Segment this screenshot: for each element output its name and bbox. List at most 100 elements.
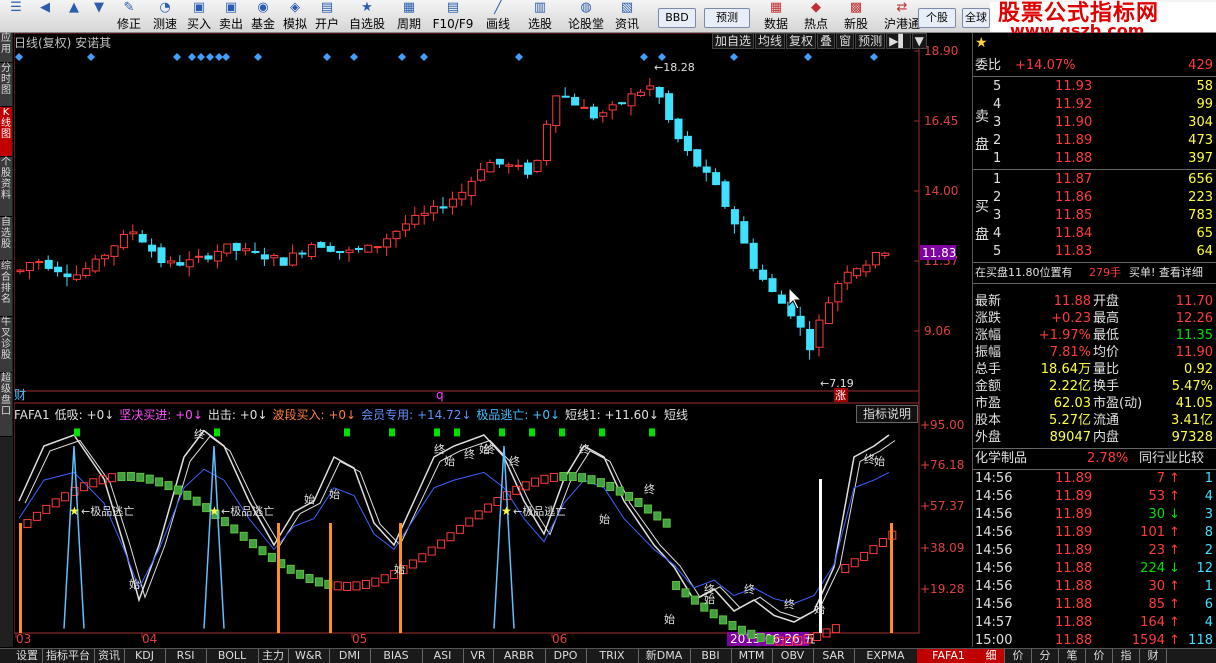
indicator-block (258, 546, 267, 556)
toolbar-down-arrow-button[interactable]: ▼ (88, 0, 110, 32)
individual-stock-button[interactable]: 个股 (918, 8, 956, 28)
left-tab-5[interactable]: 综合排名 (0, 261, 12, 317)
toolbar-forum-button[interactable]: ◍ 论股堂 (564, 0, 608, 32)
indicator-tab[interactable]: DMI (329, 649, 371, 663)
chart-btn-5[interactable]: 预测 (855, 33, 886, 49)
indicator-tab[interactable]: 指标平台 (42, 649, 95, 663)
toolbar-buy-button[interactable]: ▣ 买入 (184, 0, 214, 32)
quote-label: 内盘 (1093, 430, 1120, 445)
candle-body (693, 149, 702, 167)
indicator-tab[interactable]: SAR (813, 649, 855, 663)
indicator-tab[interactable]: BOLL (206, 649, 259, 663)
indicator-tab[interactable]: EXPMA (854, 649, 918, 663)
toolbar-list-button[interactable]: ☰ (4, 0, 28, 32)
toolbar-draw-line-button[interactable]: ╱ 画线 (480, 0, 516, 32)
indicator-tab[interactable]: 主力 (258, 649, 289, 663)
left-tab-1[interactable]: 分时图 (0, 63, 12, 107)
quote-tab[interactable]: 财 (1140, 649, 1167, 663)
toolbar-simulate-button[interactable]: ◈ 模拟 (280, 0, 310, 32)
up-arrow-icon: ▲ (69, 0, 79, 15)
quote-tab[interactable]: 指 (1113, 649, 1140, 663)
quote-tab[interactable]: 分 (1032, 649, 1059, 663)
quote-tab[interactable]: 价 (1005, 649, 1032, 663)
indicator-tab[interactable]: 设置 (12, 649, 43, 663)
toolbar-hot-button[interactable]: ◆ 热点 (800, 0, 832, 32)
toolbar-sell-button[interactable]: ▣ 卖出 (216, 0, 246, 32)
indicator-tab[interactable]: ARBR (493, 649, 546, 663)
buy-price[interactable]: 11.84 (1055, 225, 1092, 243)
collapse-icon[interactable]: ▶▌ (886, 33, 911, 49)
quote-tab[interactable]: 价 (1086, 649, 1113, 663)
chart-btn-2[interactable]: 复权 (786, 33, 817, 49)
toolbar-account-button[interactable]: ▤ 开户 (312, 0, 342, 32)
toolbar-fund-button[interactable]: ◉ 基金 (248, 0, 278, 32)
toolbar-data-button[interactable]: ▦ 数据 (760, 0, 792, 32)
indicator-tab[interactable]: DPO (545, 649, 587, 663)
indicator-tab[interactable]: RSI (165, 649, 207, 663)
toolbar-up-arrow-button[interactable]: ▲ (62, 0, 86, 32)
candle-body (806, 328, 815, 351)
candle-body (712, 172, 721, 186)
sell-price[interactable]: 11.93 (1055, 78, 1092, 96)
indicator-explain-button[interactable]: 指标说明 (856, 405, 918, 423)
chart-btn-0[interactable]: 加自选 (712, 33, 755, 49)
indicator-tab[interactable]: TRIX (586, 649, 639, 663)
indicator-block (766, 635, 775, 645)
bbd-button[interactable]: BBD (658, 8, 696, 28)
indicator-tab[interactable]: W&R (288, 649, 330, 663)
toolbar-wrench-button[interactable]: ✎ 修正 (112, 0, 146, 32)
left-tab-2[interactable]: K线图 (0, 107, 12, 157)
indicator-tab[interactable]: 资讯 (94, 649, 125, 663)
indicator-tab[interactable]: BBI (690, 649, 732, 663)
toolbar-watchlist-button[interactable]: ★ 自选股 (344, 0, 390, 32)
buy-price[interactable]: 11.86 (1055, 189, 1092, 207)
dropdown-icon[interactable]: ▼ (911, 33, 927, 49)
toolbar-news-button[interactable]: ▧ 资讯 (610, 0, 644, 32)
candle-body (129, 231, 138, 235)
chart-btn-1[interactable]: 均线 (755, 33, 786, 49)
sell-price[interactable]: 11.92 (1055, 96, 1092, 114)
toolbar-period-button[interactable]: ▦ 周期 (392, 0, 426, 32)
buy-price[interactable]: 11.85 (1055, 207, 1092, 225)
candle-body (373, 246, 382, 249)
indicator-tab[interactable]: ASI (422, 649, 464, 663)
indicator-tab[interactable]: VR (463, 649, 494, 663)
sector-compare-button[interactable]: 同行业比较 (1139, 450, 1204, 468)
indicator-tab[interactable]: FAFA1 (917, 649, 981, 663)
left-tab-3[interactable]: 个股资料 (0, 157, 12, 217)
global-button[interactable]: 全球 (962, 8, 990, 28)
left-tab-4[interactable]: 自选股 (0, 217, 12, 261)
quote-value: 3.41亿 (1171, 413, 1213, 428)
stock-chart[interactable]: 18.9016.4514.0011.579.0611.83+95.00+76.1… (14, 33, 972, 647)
sector-name[interactable]: 化学制品 (975, 450, 1027, 468)
indicator-tab[interactable]: MTM (731, 649, 773, 663)
toolbar-select-stock-button[interactable]: ▥ 选股 (518, 0, 562, 32)
left-tab-6[interactable]: 牛叉诊股 (0, 317, 12, 373)
quote-tab[interactable]: 细 (978, 649, 1005, 663)
chart-btn-3[interactable]: 叠 (817, 33, 836, 49)
forecast-button[interactable]: 预测 (704, 8, 750, 28)
buy-price[interactable]: 11.83 (1055, 243, 1092, 261)
left-tab-7[interactable]: 超级盘口 (0, 373, 12, 437)
indicator-tab[interactable]: 新DMA (638, 649, 691, 663)
toolbar-f10-button[interactable]: ▤ F10/F9 (428, 0, 478, 32)
sector-pct: 2.78% (1087, 451, 1129, 466)
left-tab-0[interactable]: 应用 (0, 33, 12, 63)
buy-price[interactable]: 11.87 (1055, 171, 1092, 189)
sell-price[interactable]: 11.88 (1055, 150, 1092, 168)
candle-body (119, 234, 128, 249)
tick-row: 14:56 11.88 30 ↑ 1 (973, 578, 1216, 596)
top-signal-mark (344, 428, 350, 437)
indicator-tab[interactable]: KDJ (124, 649, 166, 663)
indicator-tab[interactable]: OBV (772, 649, 814, 663)
sell-price[interactable]: 11.89 (1055, 132, 1092, 150)
tick-row: 14:56 11.88 224 ↓ 12 (973, 560, 1216, 578)
toolbar-back-arrow-button[interactable]: ◀ (30, 0, 60, 32)
indicator-tab[interactable]: BIAS (370, 649, 423, 663)
toolbar-new-stock-button[interactable]: ▩ 新股 (840, 0, 872, 32)
sell-price[interactable]: 11.90 (1055, 114, 1092, 132)
toolbar-speed-button[interactable]: ◔ 测速 (148, 0, 182, 32)
notice-detail-link[interactable]: 买单! 查看详细 (1129, 264, 1203, 282)
quote-tab[interactable]: 笔 (1059, 649, 1086, 663)
chart-btn-4[interactable]: 窗 (836, 33, 855, 49)
